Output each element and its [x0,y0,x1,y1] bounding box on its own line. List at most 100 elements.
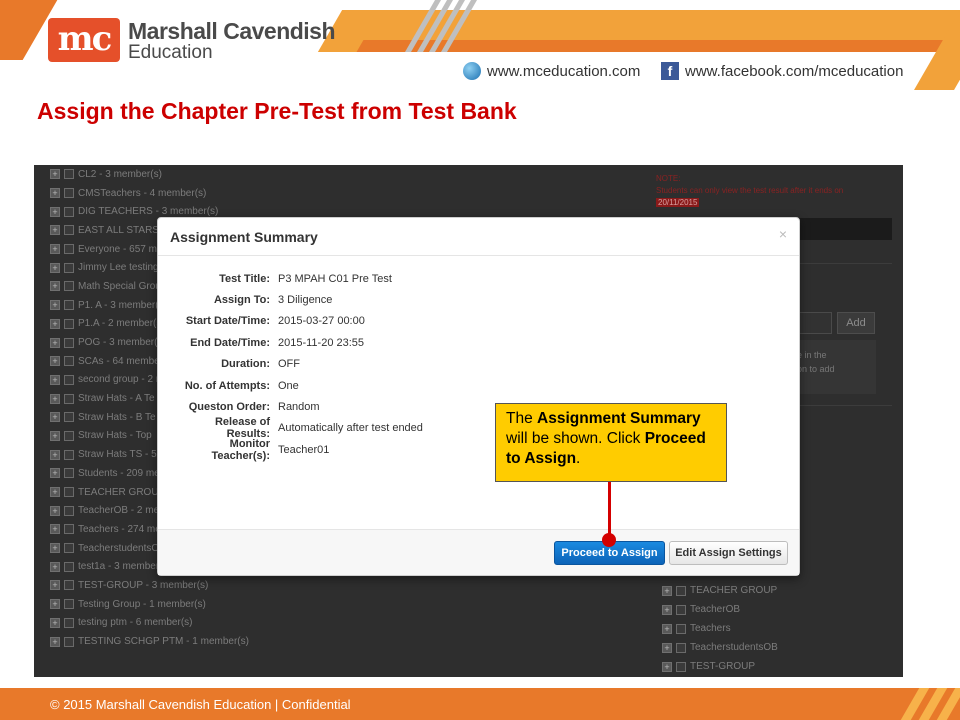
group-row[interactable]: + TESTING SCHGP PTM - 1 member(s) [50,632,640,651]
group-checkbox[interactable] [64,188,74,199]
group-checkbox[interactable] [64,580,74,591]
expand-icon[interactable]: + [662,642,672,653]
group-row[interactable]: + CL2 - 3 member(s) [50,165,640,184]
group-checkbox[interactable] [64,206,74,217]
summary-label: Queston Order: [188,401,270,414]
group-row[interactable]: + TEACHER GROUP [662,581,778,600]
expand-icon[interactable]: + [50,487,60,498]
group-checkbox[interactable] [64,356,74,367]
expand-icon[interactable]: + [662,623,672,634]
group-checkbox[interactable] [64,524,74,535]
expand-icon[interactable]: + [50,356,60,367]
note: NOTE: Students can only view the test re… [656,173,843,209]
group-checkbox[interactable] [676,585,686,596]
expand-icon[interactable]: + [50,300,60,311]
callout-connector [608,482,611,538]
summary-value: Teacher01 [278,443,330,456]
expand-icon[interactable]: + [50,468,60,479]
expand-icon[interactable]: + [50,393,60,404]
summary-row: Release of Results: Automatically after t… [170,416,423,440]
group-checkbox[interactable] [64,318,74,329]
website-link[interactable]: www.mceducation.com [463,62,640,80]
group-checkbox[interactable] [64,430,74,441]
group-checkbox[interactable] [64,169,74,180]
expand-icon[interactable]: + [50,374,60,385]
group-row[interactable]: + testing ptm - 6 member(s) [50,614,640,633]
group-checkbox[interactable] [676,661,686,672]
group-label: Testing Group - 1 member(s) [78,598,206,610]
group-checkbox[interactable] [64,599,74,610]
group-checkbox[interactable] [64,449,74,460]
group-label: Students - 209 me [78,467,160,479]
group-row[interactable]: + TEST-GROUP [662,657,778,676]
expand-icon[interactable]: + [50,543,60,554]
expand-icon[interactable]: + [50,505,60,516]
group-checkbox[interactable] [64,487,74,498]
group-row[interactable]: + Teachers [662,619,778,638]
note-label: NOTE: [656,174,681,183]
summary-label: End Date/Time: [190,336,270,349]
expand-icon[interactable]: + [50,262,60,273]
group-row[interactable]: + Testing Group - 1 member(s) [50,595,640,614]
group-checkbox[interactable] [64,300,74,311]
group-checkbox[interactable] [64,412,74,423]
group-label: TEST-GROUP [690,661,756,672]
expand-icon[interactable]: + [50,617,60,628]
group-row[interactable]: + TEST-GROUP - 3 member(s) [50,576,640,595]
summary-label: Duration: [221,358,270,371]
summary-row: Test Title: P3 MPAH C01 Pre Test [170,268,423,289]
expand-icon[interactable]: + [50,430,60,441]
group-checkbox[interactable] [676,623,686,634]
expand-icon[interactable]: + [662,604,672,615]
facebook-link[interactable]: f www.facebook.com/mceducation [661,62,903,80]
group-row[interactable]: + TeacherOB [662,600,778,619]
group-label: P1. A - 3 member( [78,299,159,311]
expand-icon[interactable]: + [50,412,60,423]
group-checkbox[interactable] [676,604,686,615]
callout-text: will be shown. Click [506,430,645,447]
expand-icon[interactable]: + [50,225,60,236]
group-checkbox[interactable] [64,244,74,255]
group-checkbox[interactable] [64,262,74,273]
group-label: TESTING SCHGP PTM - 1 member(s) [78,636,249,648]
add-button[interactable]: Add [837,312,875,334]
modal-footer: Proceed to Assign Edit Assign Settings [158,529,799,575]
group-checkbox[interactable] [676,642,686,653]
group-checkbox[interactable] [64,393,74,404]
group-checkbox[interactable] [64,617,74,628]
group-checkbox[interactable] [64,543,74,554]
group-checkbox[interactable] [64,468,74,479]
summary-row: Assign To: 3 Diligence [170,289,423,310]
expand-icon[interactable]: + [50,188,60,199]
expand-icon[interactable]: + [50,524,60,535]
summary-value: One [278,379,299,392]
group-row[interactable]: + CMSTeachers - 4 member(s) [50,184,640,203]
group-label: CL2 - 3 member(s) [78,168,162,180]
expand-icon[interactable]: + [662,661,672,672]
group-checkbox[interactable] [64,225,74,236]
expand-icon[interactable]: + [50,318,60,329]
expand-icon[interactable]: + [662,585,672,596]
summary-row: Start Date/Time: 2015-03-27 00:00 [170,311,423,332]
group-checkbox[interactable] [64,561,74,572]
expand-icon[interactable]: + [50,449,60,460]
expand-icon[interactable]: + [50,636,60,647]
expand-icon[interactable]: + [50,206,60,217]
expand-icon[interactable]: + [50,580,60,591]
expand-icon[interactable]: + [50,281,60,292]
group-checkbox[interactable] [64,337,74,348]
expand-icon[interactable]: + [50,561,60,572]
expand-icon[interactable]: + [50,337,60,348]
group-row[interactable]: + TeacherstudentsOB [662,638,778,657]
edit-assign-settings-button[interactable]: Edit Assign Settings [669,541,788,565]
group-label: Teachers [690,623,731,634]
expand-icon[interactable]: + [50,169,60,180]
group-checkbox[interactable] [64,281,74,292]
close-icon[interactable]: × [779,226,787,242]
group-label: TeacherstudentsOB [690,642,778,653]
expand-icon[interactable]: + [50,244,60,255]
group-checkbox[interactable] [64,636,74,647]
expand-icon[interactable]: + [50,599,60,610]
group-checkbox[interactable] [64,374,74,385]
group-checkbox[interactable] [64,505,74,516]
